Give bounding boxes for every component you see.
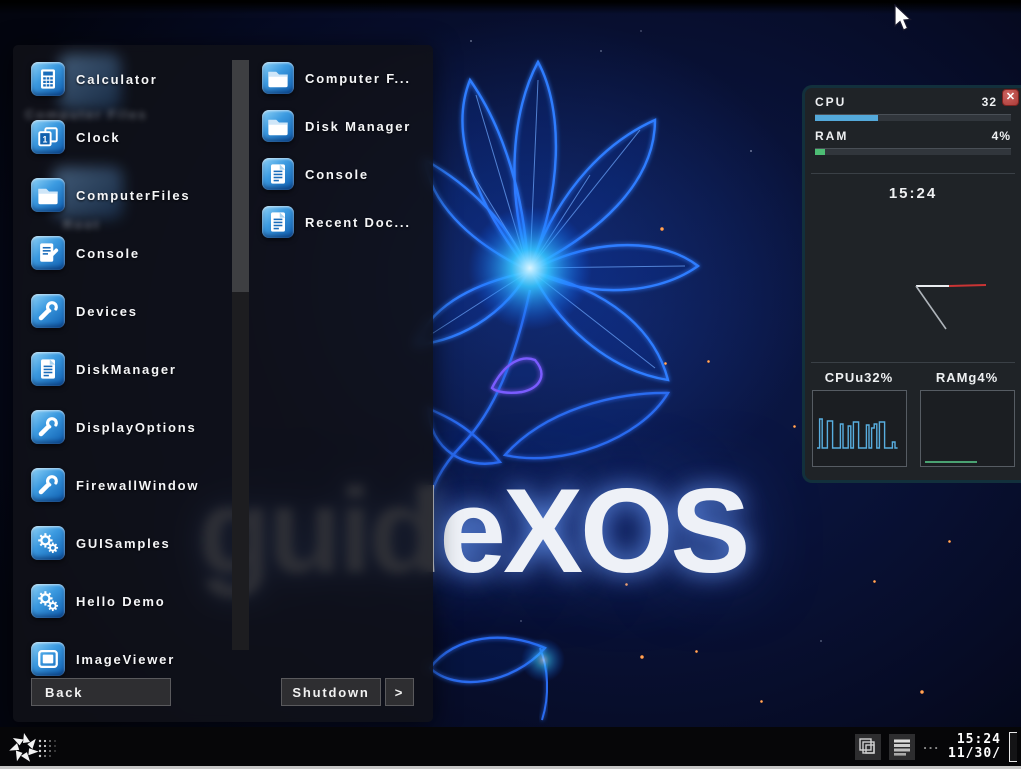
separator <box>811 362 1015 363</box>
cpu-meter <box>815 114 1011 121</box>
document-icon <box>262 206 294 238</box>
next-page-button[interactable]: > <box>385 678 414 706</box>
menu-item-label: DisplayOptions <box>76 420 197 435</box>
sparkle <box>793 425 796 428</box>
close-button[interactable]: ✕ <box>1002 89 1019 106</box>
start-menu-panel: Computer Files Root Calculator1ClockComp… <box>13 45 433 722</box>
sparkle <box>948 540 951 543</box>
taskbar-clock[interactable]: 15:24 11/30/ <box>948 733 1001 761</box>
wrench-icon <box>31 410 65 444</box>
menu-item-label: DiskManager <box>76 362 177 377</box>
menu-item-calculator[interactable]: Calculator <box>31 50 199 108</box>
ram-graph-label: RAMg4% <box>913 370 1021 385</box>
menu-item-console[interactable]: Console <box>31 224 199 282</box>
star <box>640 30 642 32</box>
menu-item-label: Console <box>76 246 140 261</box>
menu-item-label: Console <box>305 167 369 182</box>
menu-item-label: Computer F... <box>305 71 411 86</box>
folder-icon <box>262 62 294 94</box>
image-icon <box>31 642 65 676</box>
desktop: guideXOS Computer Files Root Calculator1… <box>0 0 1021 769</box>
cpu-value: 32 <box>982 95 997 109</box>
menu-item-label: Recent Doc... <box>305 215 411 230</box>
sparkle <box>640 655 644 659</box>
start-menu-app-list: Calculator 1 Clock ComputerFiles Console Devi… <box>31 50 199 688</box>
menu-item-label: Devices <box>76 304 138 319</box>
menu-item-hello-demo[interactable]: Hello Demo <box>31 572 199 630</box>
menu-item-displayoptions[interactable]: DisplayOptions <box>31 398 199 456</box>
cpu-label: CPU <box>815 95 846 109</box>
place-item-recent-doc[interactable]: Recent Doc... <box>262 198 411 246</box>
menu-item-diskmanager[interactable]: DiskManager <box>31 340 199 398</box>
folder-icon <box>31 178 65 212</box>
list-icon <box>891 736 913 758</box>
sparkle <box>873 580 876 583</box>
menu-item-devices[interactable]: Devices <box>31 282 199 340</box>
start-menu-scrollbar[interactable] <box>232 60 249 650</box>
show-desktop-button[interactable] <box>1009 732 1017 762</box>
gears-icon <box>31 526 65 560</box>
separator <box>811 173 1015 174</box>
place-item-computer-f[interactable]: Computer F... <box>262 54 411 102</box>
ram-value: 4% <box>992 129 1011 143</box>
taskbar: ... 15:24 11/30/ <box>0 727 1021 769</box>
svg-text:1: 1 <box>43 134 48 144</box>
menu-item-label: ComputerFiles <box>76 188 190 203</box>
digital-clock: 15:24 <box>805 185 1021 202</box>
star <box>470 40 472 42</box>
gears-icon <box>31 584 65 618</box>
sparkle <box>660 227 664 231</box>
document-icon <box>31 352 65 386</box>
menu-item-label: Hello Demo <box>76 594 166 609</box>
menu-item-label: FirewallWindow <box>76 478 199 493</box>
ram-history-graph <box>920 390 1015 467</box>
sparkle <box>695 650 698 653</box>
back-button[interactable]: Back <box>31 678 171 706</box>
taskbar-time: 15:24 <box>948 733 1001 747</box>
console-icon <box>31 236 65 270</box>
menu-item-firewallwindow[interactable]: FirewallWindow <box>31 456 199 514</box>
ram-meter <box>815 148 1011 155</box>
shutdown-button[interactable]: Shutdown <box>281 678 381 706</box>
tray-overflow-dots[interactable]: ... <box>923 737 940 752</box>
menu-item-computerfiles[interactable]: ComputerFiles <box>31 166 199 224</box>
star <box>820 640 822 642</box>
window-switcher-button[interactable] <box>855 734 881 760</box>
sparkle <box>920 690 924 694</box>
start-menu-places-list: Computer F... Disk Manager Console Recent D… <box>262 54 411 246</box>
sparkle <box>760 700 763 703</box>
flower-core-glow <box>468 206 592 330</box>
system-monitor-widget: CPU 32 RAM 4% 15:24 CPUu32% RAMg4% ✕ <box>802 85 1021 483</box>
sparkle <box>707 360 710 363</box>
menu-item-label: GUISamples <box>76 536 171 551</box>
taskbar-date: 11/30/ <box>948 747 1001 761</box>
os-logo[interactable] <box>7 729 67 769</box>
pages-icon: 1 <box>31 120 65 154</box>
scrollbar-thumb[interactable] <box>232 60 249 292</box>
place-item-disk-manager[interactable]: Disk Manager <box>262 102 411 150</box>
star <box>750 150 752 152</box>
windows-icon <box>857 736 879 758</box>
calculator-icon <box>31 62 65 96</box>
wrench-icon <box>31 294 65 328</box>
menu-item-clock[interactable]: 1 Clock <box>31 108 199 166</box>
ram-label: RAM <box>815 129 848 143</box>
menu-item-guisamples[interactable]: GUISamples <box>31 514 199 572</box>
sparkle <box>664 362 667 365</box>
task-list-button[interactable] <box>889 734 915 760</box>
cpu-graph-label: CPUu32% <box>805 370 913 385</box>
document-icon <box>262 158 294 190</box>
cpu-history-graph <box>812 390 907 467</box>
pinwheel-logo-icon <box>8 733 56 764</box>
star <box>600 50 602 52</box>
star <box>520 620 522 622</box>
place-item-console[interactable]: Console <box>262 150 411 198</box>
folder-icon <box>262 110 294 142</box>
menu-item-label: Clock <box>76 130 120 145</box>
menu-item-label: Disk Manager <box>305 119 411 134</box>
menu-item-label: ImageViewer <box>76 652 175 667</box>
mouse-cursor <box>893 4 913 39</box>
wrench-icon <box>31 468 65 502</box>
menu-item-label: Calculator <box>76 72 158 87</box>
